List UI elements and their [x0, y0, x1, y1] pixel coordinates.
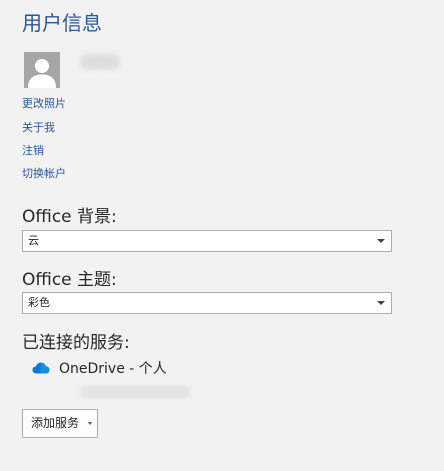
office-background-dropdown[interactable]: 云 [22, 230, 392, 252]
chevron-down-icon [88, 422, 92, 425]
office-background-value: 云 [28, 234, 39, 247]
change-photo-link[interactable]: 更改照片 [22, 97, 66, 111]
about-me-link[interactable]: 关于我 [22, 121, 55, 135]
switch-account-link[interactable]: 切换帐户 [22, 167, 66, 181]
service-account-redacted [80, 386, 190, 398]
office-theme-label: Office 主题: [22, 270, 117, 290]
add-service-button[interactable]: 添加服务 [22, 409, 98, 438]
onedrive-service-item: OneDrive - 个人 [32, 359, 232, 379]
onedrive-service-name: OneDrive - 个人 [59, 361, 167, 377]
office-theme-value: 彩色 [28, 296, 50, 309]
onedrive-cloud-icon [32, 362, 50, 374]
chevron-down-icon [377, 301, 385, 305]
user-name-redacted [80, 54, 120, 70]
add-service-label: 添加服务 [31, 416, 80, 430]
office-theme-dropdown[interactable]: 彩色 [22, 292, 392, 314]
sign-out-link[interactable]: 注销 [22, 144, 44, 158]
office-background-label: Office 背景: [22, 207, 117, 227]
avatar [24, 52, 60, 88]
connected-services-label: 已连接的服务: [22, 333, 130, 353]
chevron-down-icon [377, 239, 385, 243]
person-silhouette-icon [28, 59, 56, 88]
user-info-title: 用户信息 [22, 11, 102, 35]
